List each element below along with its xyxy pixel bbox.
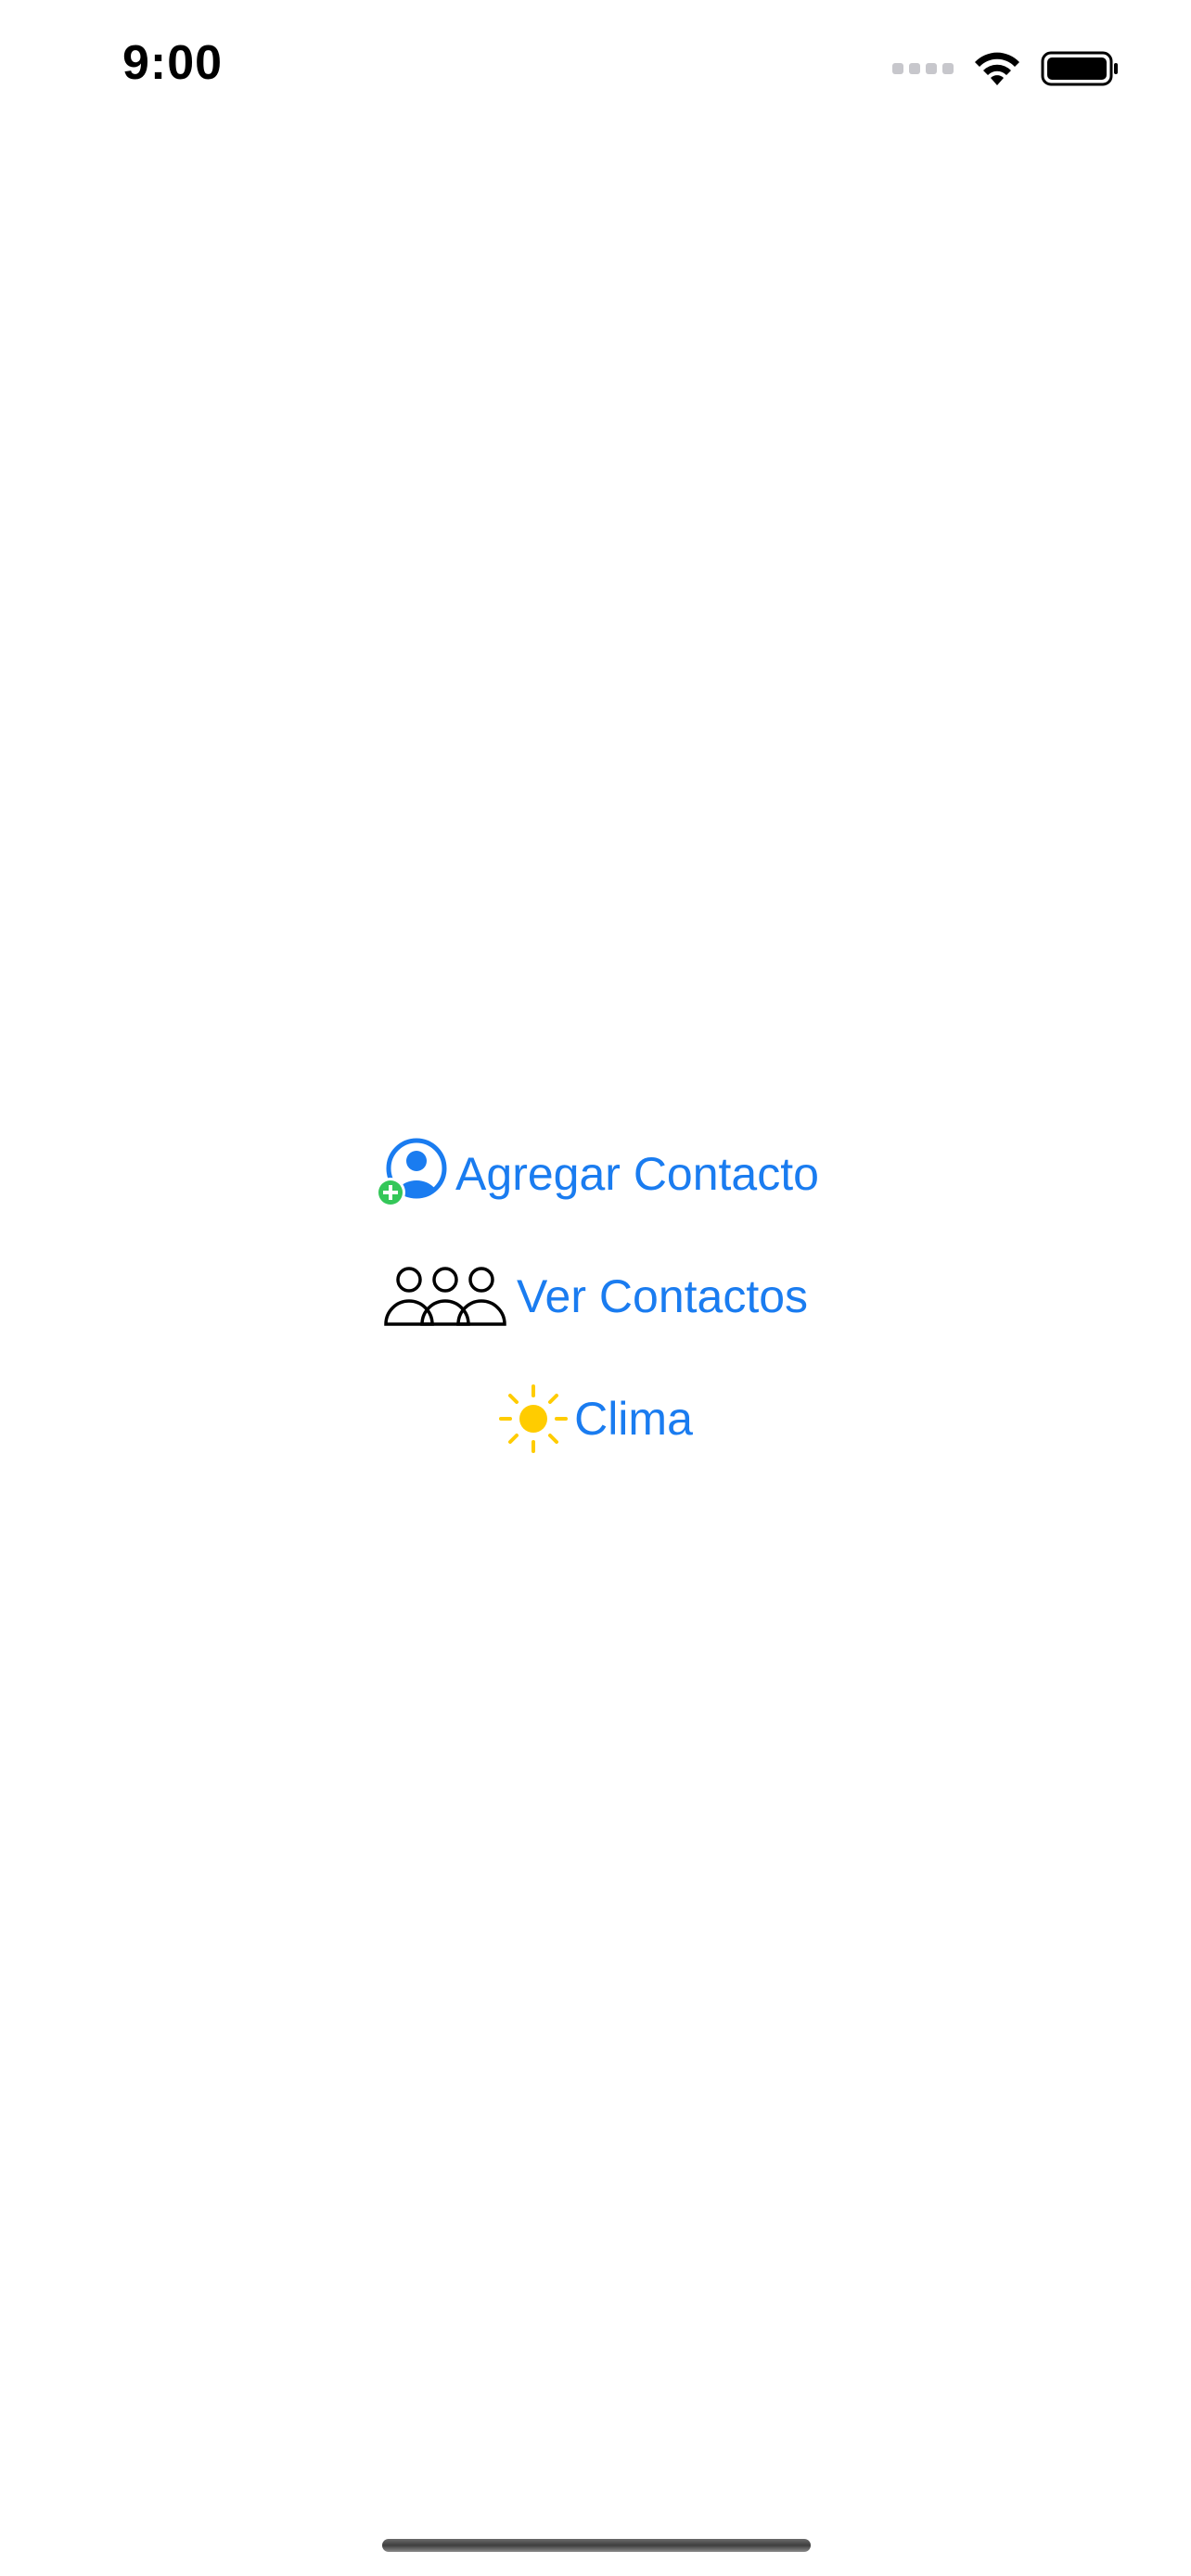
weather-button[interactable]: Clima: [498, 1358, 693, 1480]
weather-label: Clima: [574, 1393, 693, 1445]
battery-icon: [1041, 51, 1118, 86]
add-contact-button[interactable]: Agregar Contacto: [372, 1113, 819, 1235]
cellular-signal-icon: [892, 63, 954, 74]
status-time: 9:00: [122, 36, 224, 90]
people-group-icon: [383, 1263, 507, 1330]
status-icons: [892, 46, 1119, 91]
view-contacts-button[interactable]: Ver Contactos: [383, 1235, 808, 1358]
add-contact-label: Agregar Contacto: [455, 1148, 819, 1200]
app-screen: 9:00 Agregar Contacto Ver Contactos Clim…: [0, 0, 1191, 2576]
sun-icon: [498, 1384, 569, 1454]
home-indicator[interactable]: [382, 2539, 811, 2552]
main-menu: Agregar Contacto Ver Contactos Clima: [0, 1113, 1191, 1480]
add-contact-icon: [372, 1135, 450, 1213]
wifi-icon: [975, 52, 1019, 85]
status-bar: 9:00: [0, 0, 1191, 139]
view-contacts-label: Ver Contactos: [516, 1270, 809, 1322]
